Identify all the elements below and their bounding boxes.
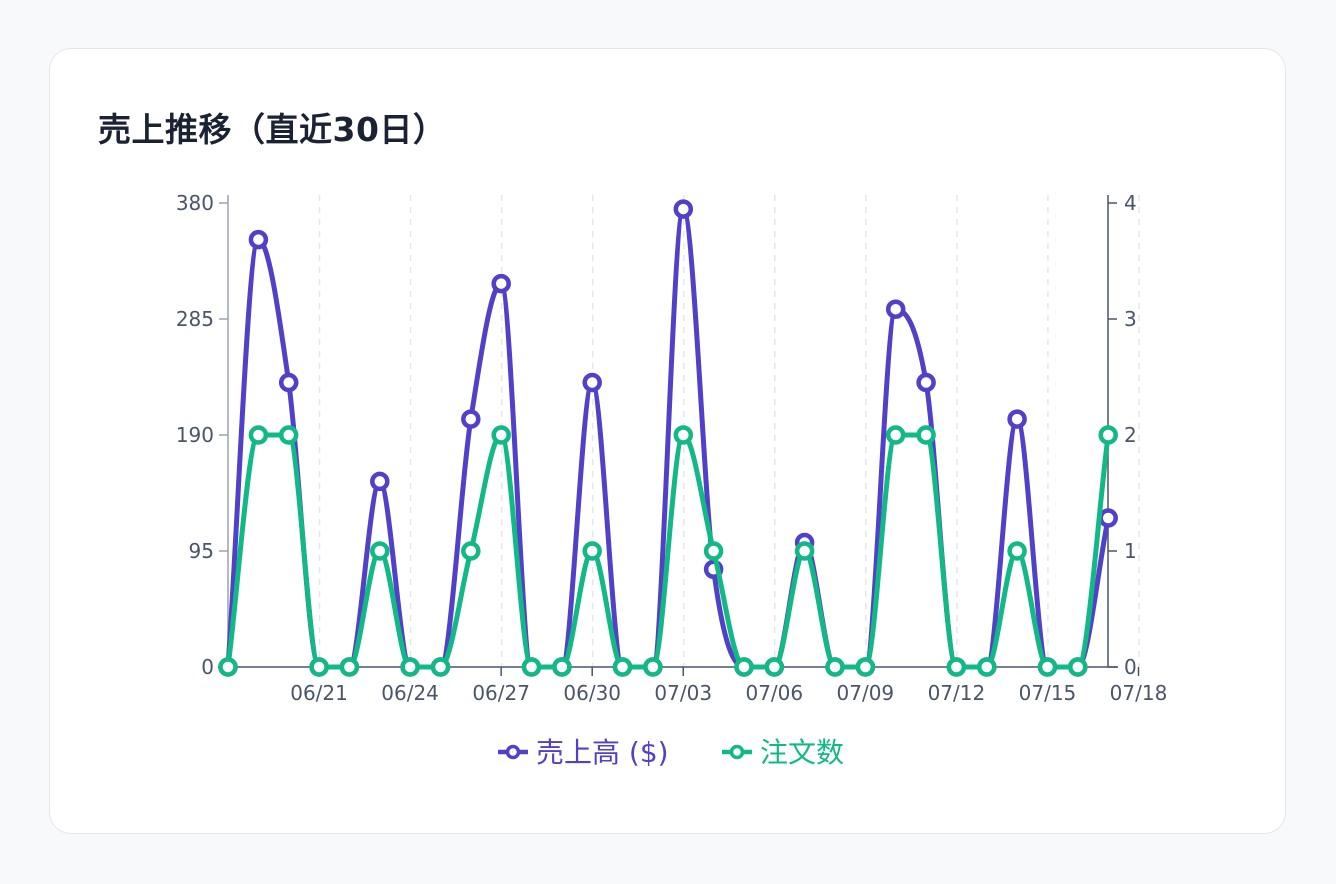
sales-trend-card: 売上推移（直近30日） [49,48,1286,834]
chart-title: 売上推移（直近30日） [98,110,447,149]
